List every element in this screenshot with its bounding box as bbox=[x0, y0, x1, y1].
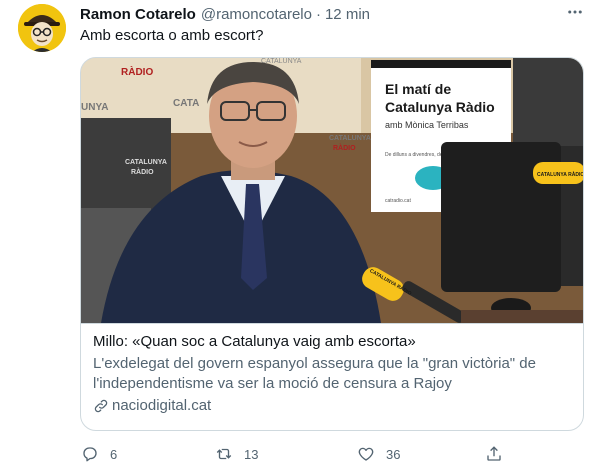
reply-icon bbox=[80, 444, 100, 464]
card-domain-text: naciodigital.cat bbox=[112, 397, 212, 414]
wall-brand-text-1: RÀDIO bbox=[121, 65, 153, 78]
poster-site: catradio.cat bbox=[385, 198, 411, 204]
link-icon bbox=[93, 398, 109, 414]
retweet-count: 13 bbox=[244, 446, 259, 462]
share-icon bbox=[484, 444, 504, 464]
share-button[interactable] bbox=[484, 442, 504, 466]
more-options-icon[interactable] bbox=[563, 2, 587, 22]
like-count: 36 bbox=[386, 446, 401, 462]
retweet-icon bbox=[214, 444, 234, 464]
radio-studio-photo: RÀDIO UNYA CATA CATALUNYA CATALUNYA RÀDI… bbox=[81, 58, 584, 323]
author-handle[interactable]: @ramoncotarelo bbox=[201, 6, 312, 23]
retweet-button[interactable]: 13 bbox=[214, 442, 258, 466]
heart-icon bbox=[356, 444, 376, 464]
mic-label-2: CATALUNYA RÀDIO bbox=[537, 171, 584, 178]
studio-logo-text-1: CATALUNYA bbox=[125, 159, 167, 166]
like-button[interactable]: 36 bbox=[356, 442, 400, 466]
reply-count: 6 bbox=[110, 446, 118, 462]
poster-title-line1: El matí de bbox=[385, 81, 451, 97]
tweet-header: Ramon Cotarelo @ramoncotarelo · 12 min bbox=[80, 4, 370, 24]
tweet-actions: 6 13 36 bbox=[80, 440, 584, 468]
card-title[interactable]: Millo: «Quan soc a Catalunya vaig amb es… bbox=[93, 332, 573, 352]
tweet-timestamp[interactable]: 12 min bbox=[325, 6, 370, 23]
wall-brand-text-5: CATALUNYA bbox=[329, 135, 371, 142]
card-image[interactable]: RÀDIO UNYA CATA CATALUNYA CATALUNYA RÀDI… bbox=[81, 58, 584, 323]
reply-button[interactable]: 6 bbox=[80, 442, 117, 466]
poster-subtitle: amb Mònica Terribas bbox=[385, 120, 469, 130]
author-display-name[interactable]: Ramon Cotarelo bbox=[80, 6, 196, 23]
tweet[interactable]: Ramon Cotarelo @ramoncotarelo · 12 min A… bbox=[0, 0, 598, 475]
separator-dot: · bbox=[315, 5, 321, 23]
tweet-text: Amb escorta o amb escort? bbox=[80, 27, 264, 44]
studio-logo-text-2: RÀDIO bbox=[131, 167, 154, 176]
card-body[interactable]: Millo: «Quan soc a Catalunya vaig amb es… bbox=[81, 323, 583, 430]
wall-brand-text-2: UNYA bbox=[81, 102, 108, 113]
avatar[interactable] bbox=[18, 4, 66, 52]
avatar-illustration bbox=[18, 4, 66, 52]
card-description: L'exdelegat del govern espanyol assegura… bbox=[93, 355, 536, 392]
poster-title-line2: Catalunya Ràdio bbox=[385, 99, 495, 115]
wall-brand-text-6: RÀDIO bbox=[333, 143, 356, 152]
wall-brand-text-3: CATA bbox=[173, 98, 199, 109]
card-domain[interactable]: naciodigital.cat bbox=[93, 396, 573, 416]
link-preview-card[interactable]: RÀDIO UNYA CATA CATALUNYA CATALUNYA RÀDI… bbox=[80, 57, 584, 431]
